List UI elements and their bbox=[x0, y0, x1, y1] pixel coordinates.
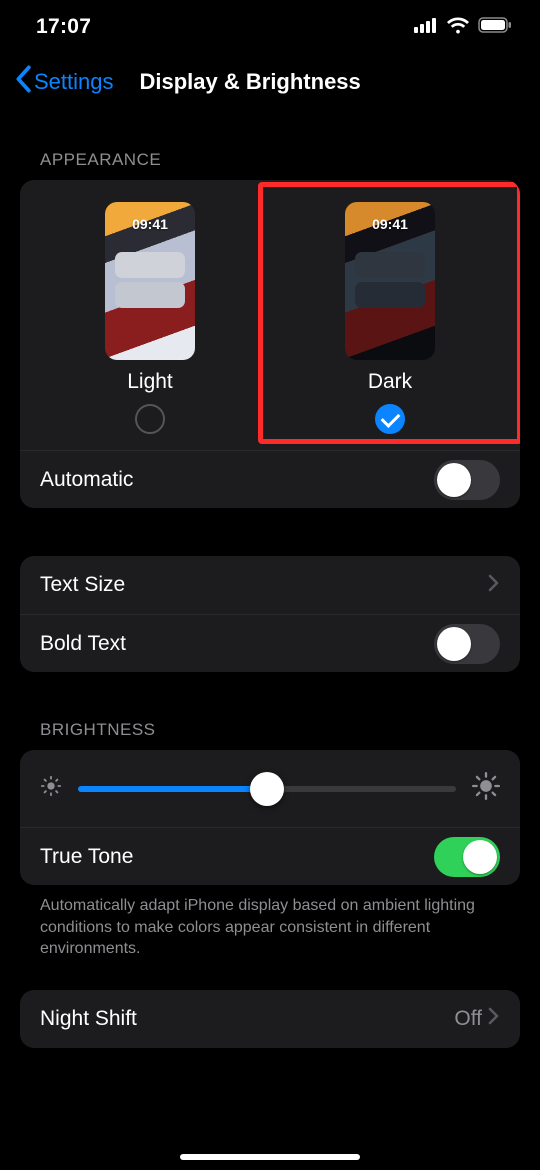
status-icons bbox=[414, 16, 512, 39]
chevron-right-icon bbox=[488, 574, 500, 597]
row-bold-text: Bold Text bbox=[20, 614, 520, 672]
true-tone-footer: Automatically adapt iPhone display based… bbox=[20, 885, 520, 960]
appearance-picker: 09:41 Light 09:41 Dark bbox=[20, 180, 520, 450]
back-button[interactable]: Settings bbox=[14, 65, 114, 99]
night-shift-card: Night Shift Off bbox=[20, 990, 520, 1048]
sun-low-icon bbox=[40, 775, 62, 802]
row-night-shift[interactable]: Night Shift Off bbox=[20, 990, 520, 1048]
true-tone-label: True Tone bbox=[40, 845, 434, 869]
light-mode-radio[interactable] bbox=[135, 404, 165, 434]
true-tone-toggle[interactable] bbox=[434, 837, 500, 877]
row-true-tone: True Tone bbox=[20, 827, 520, 885]
back-label: Settings bbox=[34, 69, 114, 95]
section-brightness: BRIGHTNESS True Tone Automatically adapt… bbox=[0, 720, 540, 960]
section-night-shift: Night Shift Off bbox=[0, 990, 540, 1048]
chevron-right-icon bbox=[488, 1007, 500, 1030]
night-shift-value: Off bbox=[454, 1007, 482, 1031]
light-mode-label: Light bbox=[127, 370, 173, 394]
dark-mode-label: Dark bbox=[368, 370, 412, 394]
page-title: Display & Brightness bbox=[114, 69, 527, 95]
row-automatic: Automatic bbox=[20, 450, 520, 508]
section-header-appearance: APPEARANCE bbox=[20, 150, 520, 170]
light-mode-thumbnail: 09:41 bbox=[105, 202, 195, 360]
section-text: Text Size Bold Text bbox=[0, 556, 540, 672]
text-size-label: Text Size bbox=[40, 573, 488, 597]
row-text-size[interactable]: Text Size bbox=[20, 556, 520, 614]
appearance-card: 09:41 Light 09:41 Dark Automatic bbox=[20, 180, 520, 508]
thumbnail-time: 09:41 bbox=[345, 216, 435, 232]
thumbnail-time: 09:41 bbox=[105, 216, 195, 232]
status-bar: 17:07 bbox=[0, 0, 540, 54]
brightness-card: True Tone bbox=[20, 750, 520, 885]
text-card: Text Size Bold Text bbox=[20, 556, 520, 672]
chevron-left-icon bbox=[14, 65, 34, 99]
row-brightness-slider bbox=[20, 750, 520, 827]
nav-header: Settings Display & Brightness bbox=[0, 54, 540, 110]
section-appearance: APPEARANCE 09:41 Light 09:41 Dark bbox=[0, 150, 540, 508]
brightness-slider[interactable] bbox=[78, 786, 456, 792]
slider-thumb[interactable] bbox=[250, 772, 284, 806]
sun-high-icon bbox=[472, 772, 500, 805]
night-shift-label: Night Shift bbox=[40, 1007, 454, 1031]
dark-mode-thumbnail: 09:41 bbox=[345, 202, 435, 360]
automatic-label: Automatic bbox=[40, 468, 434, 492]
bold-text-toggle[interactable] bbox=[434, 624, 500, 664]
bold-text-label: Bold Text bbox=[40, 632, 434, 656]
automatic-toggle[interactable] bbox=[434, 460, 500, 500]
appearance-mode-dark[interactable]: 09:41 Dark bbox=[270, 202, 510, 434]
wifi-icon bbox=[446, 16, 470, 39]
dark-mode-radio[interactable] bbox=[375, 404, 405, 434]
home-indicator[interactable] bbox=[180, 1154, 360, 1160]
appearance-mode-light[interactable]: 09:41 Light bbox=[30, 202, 270, 434]
status-time: 17:07 bbox=[36, 15, 91, 39]
section-header-brightness: BRIGHTNESS bbox=[20, 720, 520, 740]
battery-icon bbox=[478, 17, 512, 38]
cellular-icon bbox=[414, 17, 438, 38]
